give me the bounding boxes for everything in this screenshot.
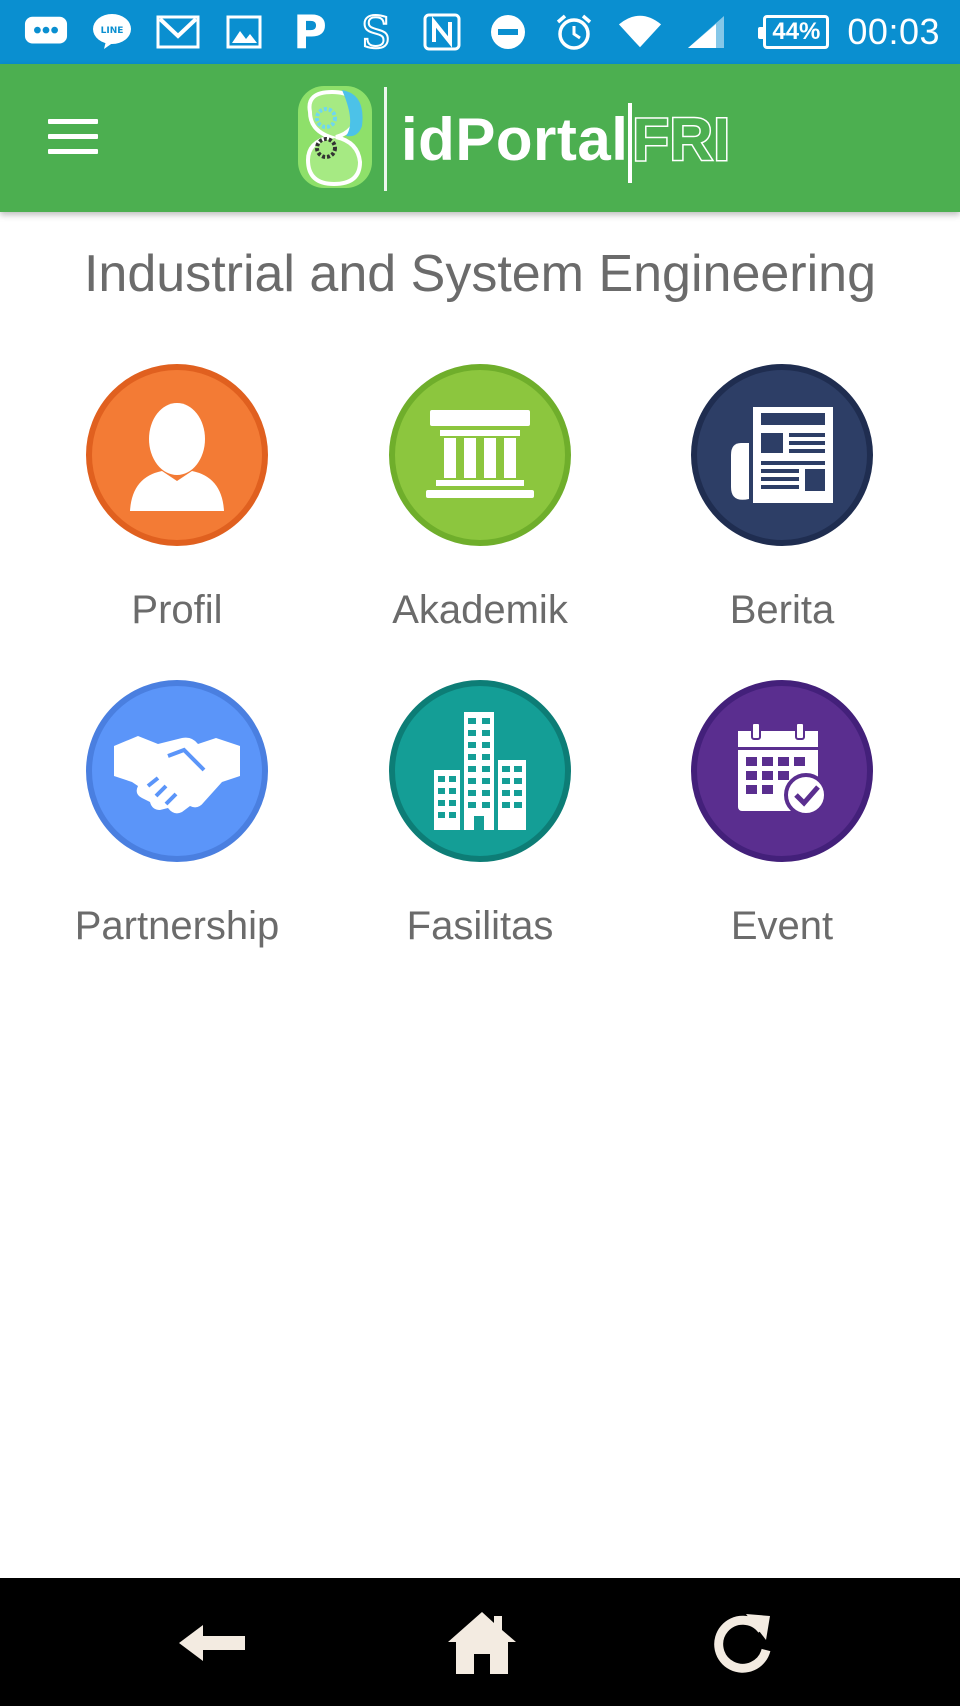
menu-item-berita[interactable]: Berita bbox=[632, 364, 932, 633]
alarm-icon bbox=[552, 10, 596, 54]
chat-icon bbox=[24, 10, 68, 54]
do-not-disturb-icon bbox=[486, 10, 530, 54]
clock: 00:03 bbox=[847, 11, 940, 52]
menu-label-event: Event bbox=[730, 904, 834, 948]
page-title: Industrial and System Engineering bbox=[83, 245, 876, 303]
signal-icon bbox=[684, 10, 728, 54]
brand-main: idPortal bbox=[401, 105, 629, 173]
navigation-bar bbox=[0, 1578, 960, 1706]
battery-level: 44% bbox=[772, 18, 821, 45]
menu-item-partnership[interactable]: Partnership bbox=[27, 680, 327, 949]
status-bar: LINE P S 44% 00:03 bbox=[0, 0, 960, 64]
home-icon bbox=[448, 1612, 516, 1674]
hamburger-menu-button[interactable] bbox=[40, 108, 106, 164]
brand-logo: idPortal FRI bbox=[296, 82, 732, 197]
brand-divider bbox=[384, 87, 387, 191]
newspaper-icon[interactable] bbox=[691, 364, 873, 546]
battery-icon: 44% bbox=[758, 15, 830, 49]
menu-label-akademik: Akademik bbox=[392, 588, 568, 632]
handshake-icon[interactable] bbox=[86, 680, 268, 862]
reload-button[interactable] bbox=[702, 1608, 782, 1678]
gallery-icon bbox=[222, 10, 266, 54]
calendar-icon[interactable] bbox=[691, 680, 873, 862]
menu-label-profil: Profil bbox=[131, 588, 223, 632]
menu-label-partnership: Partnership bbox=[74, 904, 280, 948]
person-icon[interactable] bbox=[86, 364, 268, 546]
svg-text:P: P bbox=[293, 10, 327, 54]
gmail-icon bbox=[156, 10, 200, 54]
menu-item-event[interactable]: Event bbox=[632, 680, 932, 949]
menu-label-berita: Berita bbox=[729, 588, 835, 632]
line-icon: LINE bbox=[90, 10, 134, 54]
brand-name: idPortal FRI bbox=[401, 102, 732, 183]
svg-text:S: S bbox=[361, 10, 391, 54]
nfc-icon bbox=[420, 10, 464, 54]
back-button[interactable] bbox=[172, 1608, 252, 1678]
app-bar: idPortal FRI bbox=[0, 64, 960, 212]
wifi-icon bbox=[618, 10, 662, 54]
menu-label-fasilitas: Fasilitas bbox=[406, 904, 554, 948]
hamburger-icon bbox=[48, 118, 98, 124]
institution-icon[interactable] bbox=[389, 364, 571, 546]
reload-icon bbox=[714, 1614, 771, 1673]
svg-text:LINE: LINE bbox=[101, 26, 124, 36]
brand-accent: FRI bbox=[631, 104, 732, 174]
fri-logo-icon bbox=[296, 82, 374, 197]
menu-item-profil[interactable]: Profil bbox=[27, 364, 327, 633]
pinterest-icon: P bbox=[288, 10, 332, 54]
back-arrow-icon bbox=[179, 1625, 245, 1661]
menu-item-fasilitas[interactable]: Fasilitas bbox=[330, 680, 630, 949]
buildings-icon[interactable] bbox=[389, 680, 571, 862]
menu-item-akademik[interactable]: Akademik bbox=[330, 364, 630, 633]
notification-icons: LINE P S bbox=[24, 10, 763, 54]
home-button[interactable] bbox=[442, 1608, 522, 1678]
s-app-icon: S bbox=[354, 10, 398, 54]
